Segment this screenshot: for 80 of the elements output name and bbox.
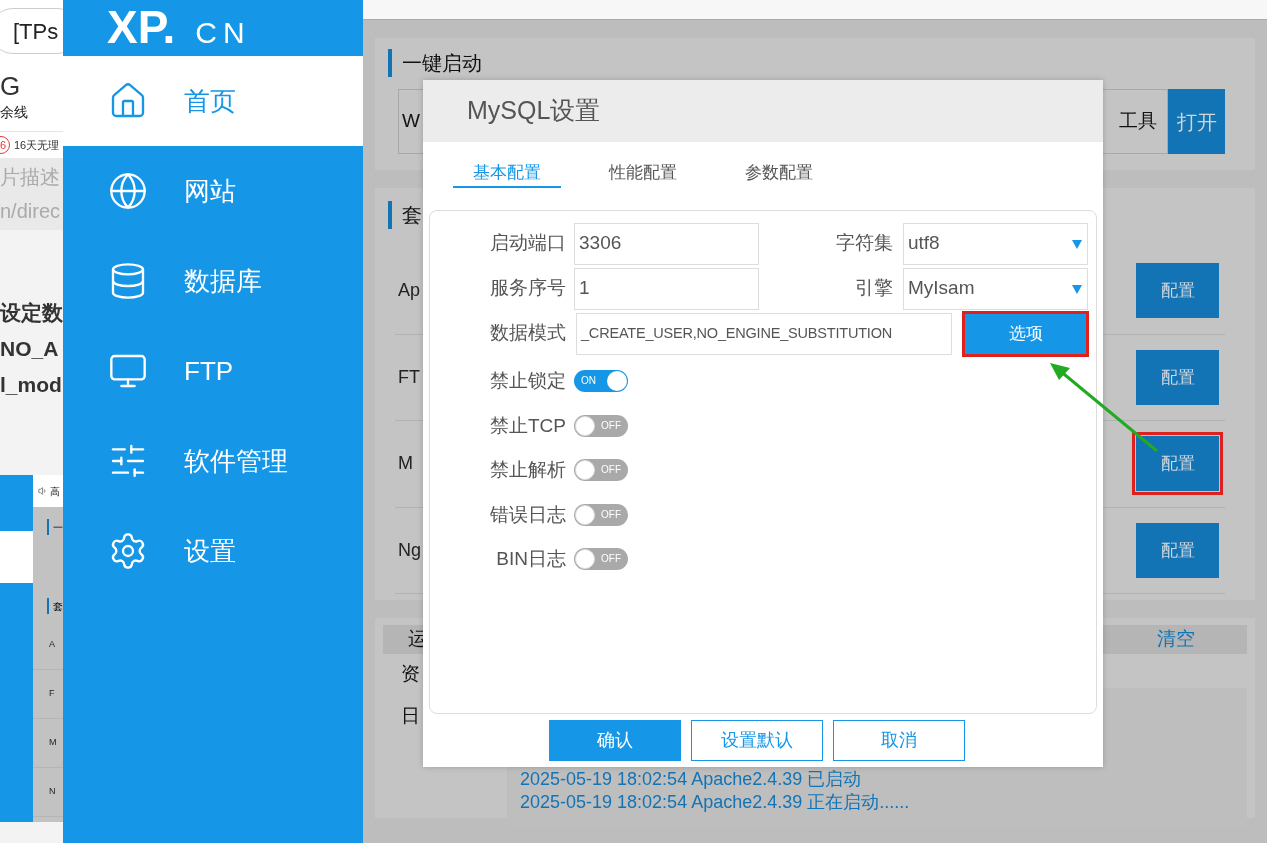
panel-title: 一键启动 <box>402 51 482 76</box>
tab[interactable]: 基本配置 <box>453 159 561 188</box>
service-name: FT <box>398 365 420 389</box>
mini-row-label: N <box>49 785 56 799</box>
engine-select[interactable]: MyIsam <box>903 267 1088 310</box>
log-label: 日 <box>401 704 421 728</box>
switch-knob <box>607 371 627 392</box>
toggle-label: BIN日志 <box>495 547 566 571</box>
switch-state: OFF <box>601 554 621 565</box>
switch-knob <box>575 504 595 525</box>
toggle-switch[interactable]: OFF <box>574 503 628 526</box>
mini-row-label: F <box>49 687 55 701</box>
clear-link[interactable]: 清空 <box>1157 625 1195 654</box>
switch-knob <box>575 415 595 436</box>
article-text: NO_A <box>0 336 60 362</box>
log-line: 2025-05-19 18:02:54 Apache2.4.39 正在启动...... <box>520 790 911 814</box>
tool-label: 工具 <box>1119 109 1157 134</box>
log-label: 资 <box>401 661 421 686</box>
description-text: n/direc <box>0 199 62 224</box>
article-text: l_mod <box>0 372 63 398</box>
field-label: 字符集 <box>835 231 893 256</box>
address-field[interactable]: [TPs <box>0 8 64 54</box>
mini-row-label: M <box>49 736 57 750</box>
dialog-title: MySQL设置 <box>467 95 601 127</box>
charset-select[interactable]: utf8 <box>903 222 1088 265</box>
site-subtext: 余线 <box>0 103 29 122</box>
toggle-label: 禁止解析 <box>489 458 566 482</box>
mini-panel-title: 一 <box>53 520 63 535</box>
globe-icon <box>108 171 148 211</box>
dropdown-arrow-icon <box>1071 237 1083 250</box>
nav-item[interactable]: 软件管理 <box>63 416 363 506</box>
open-button[interactable]: 打开 <box>1168 89 1225 154</box>
field-label: 引擎 <box>854 276 893 301</box>
toggle-switch[interactable]: OFF <box>574 414 628 437</box>
mini-title: 高 <box>50 484 60 499</box>
tab[interactable]: 性能配置 <box>589 159 697 188</box>
switch-knob <box>575 460 595 481</box>
field-label: 启动端口 <box>489 231 566 256</box>
sql-mode-field[interactable]: _CREATE_USER,NO_ENGINE_SUBSTITUTION <box>576 312 952 355</box>
switch-state: ON <box>581 376 596 387</box>
server-id-field[interactable]: 1 <box>574 267 759 310</box>
nav-item[interactable]: FTP <box>63 326 363 416</box>
site-heading: G <box>0 70 22 102</box>
mini-row-label: A <box>49 638 55 652</box>
logo-text: XP. <box>107 4 176 50</box>
dialog-button[interactable]: 取消 <box>833 720 965 761</box>
toggle-switch[interactable]: OFF <box>574 459 628 482</box>
field-label: 数据模式 <box>489 321 566 346</box>
tab[interactable]: 参数配置 <box>725 159 833 188</box>
dialog-button[interactable]: 设置默认 <box>691 720 823 761</box>
nav-item[interactable]: 数据库 <box>63 236 363 326</box>
description-text: 片描述 <box>0 165 61 190</box>
service-name: Ng <box>398 538 421 562</box>
toggle-switch[interactable]: OFF <box>574 548 628 571</box>
port-field[interactable]: 3306 <box>574 222 759 265</box>
toggle-label: 禁止TCP <box>489 413 566 438</box>
switch-state: OFF <box>601 509 621 520</box>
switch-knob <box>575 549 595 570</box>
field-label: 服务序号 <box>489 276 566 301</box>
article-text: 设定数 <box>0 300 64 326</box>
mini-section-title: 套 <box>53 599 63 614</box>
switch-state: OFF <box>601 465 621 476</box>
switch-state: OFF <box>601 420 621 431</box>
notice-text: 16天无理 <box>14 137 60 153</box>
dropdown-arrow-icon <box>1071 282 1083 295</box>
speaker-icon <box>38 486 48 496</box>
nav-item[interactable]: 网站 <box>63 146 363 236</box>
nav-item[interactable]: 设置 <box>63 506 363 596</box>
panel-title: 套 <box>402 203 422 228</box>
config-button[interactable]: 配置 <box>1132 432 1223 496</box>
log-line: 2025-05-19 18:02:54 Apache2.4.39 已启动 <box>520 767 863 791</box>
dialog-button[interactable]: 确认 <box>549 720 681 761</box>
service-name: M <box>398 452 413 476</box>
logo-suffix: CN <box>195 18 251 48</box>
nav-item[interactable]: 首页 <box>63 56 363 146</box>
toggle-label: 禁止锁定 <box>489 369 566 393</box>
toggle-switch[interactable]: ON <box>574 370 628 393</box>
toggle-label: 错误日志 <box>489 502 566 527</box>
service-name: Ap <box>398 279 421 303</box>
options-button[interactable]: 选项 <box>962 310 1089 357</box>
